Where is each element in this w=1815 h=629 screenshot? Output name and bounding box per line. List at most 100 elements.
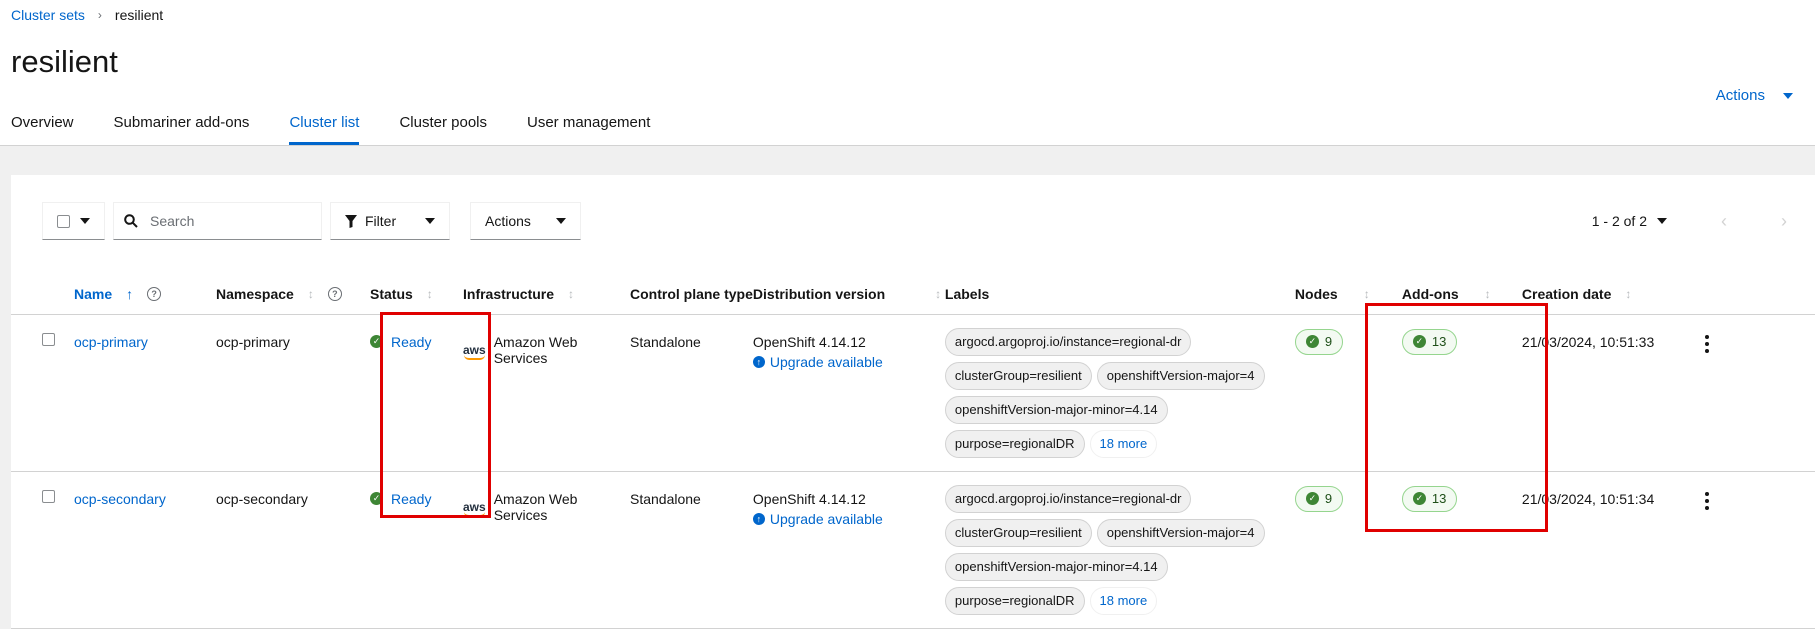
page-title: resilient: [11, 44, 118, 79]
search-input[interactable]: Search: [113, 202, 322, 240]
column-addons-label: Add-ons: [1401, 286, 1459, 303]
column-name[interactable]: Name ↑?: [74, 275, 216, 315]
upgrade-label: Upgrade available: [769, 353, 883, 370]
labels-more-button[interactable]: 18 more: [1089, 586, 1158, 615]
nodes-cell: ✓ 9: [1294, 471, 1402, 629]
pagination-per-page-dropdown[interactable]: 1 - 2 of 2: [1592, 213, 1667, 229]
control-plane-value: Standalone: [630, 333, 701, 350]
toolbar: Search Filter Actions: [42, 202, 581, 240]
control-plane-cell: Standalone: [630, 471, 753, 629]
upgrade-available-link[interactable]: ↑ Upgrade available: [752, 353, 945, 370]
label-chip: openshiftVersion-major-minor=4.14: [944, 552, 1168, 581]
sort-ascending-icon[interactable]: ↑: [126, 286, 133, 302]
caret-down-icon: [80, 218, 90, 224]
cluster-name-link[interactable]: ocp-primary: [74, 334, 148, 350]
column-creation-date-label: Creation date: [1521, 286, 1612, 303]
column-nodes-label: Nodes: [1294, 286, 1338, 303]
row-actions-cell: [1701, 314, 1815, 472]
addons-badge[interactable]: ✓ 13: [1401, 328, 1458, 355]
namespace-cell: ocp-primary: [216, 314, 370, 472]
page-header: Cluster sets › resilient resilient Actio…: [0, 0, 1815, 146]
tab-submariner-add-ons[interactable]: Submariner add-ons: [103, 113, 261, 145]
chevron-right-icon: ›: [97, 8, 102, 22]
upgrade-available-link[interactable]: ↑ Upgrade available: [752, 510, 945, 527]
aws-logo-icon: aws: [463, 499, 486, 517]
header-actions-dropdown[interactable]: Actions: [1716, 87, 1793, 104]
row-actions-cell: [1701, 471, 1815, 629]
status-label: Ready: [391, 490, 432, 507]
addons-badge[interactable]: ✓ 13: [1401, 485, 1458, 512]
status-label: Ready: [391, 333, 432, 350]
labels-cell: argocd.argoproj.io/instance=regional-dr …: [944, 314, 1295, 472]
aws-logo-icon: aws: [463, 342, 486, 360]
cluster-name-link[interactable]: ocp-secondary: [74, 491, 166, 507]
labels-more-button[interactable]: 18 more: [1089, 429, 1158, 458]
infrastructure-value: Amazon Web Services: [493, 490, 578, 523]
column-nodes[interactable]: Nodes ↕: [1294, 275, 1402, 315]
table-header-row: Name ↑? Namespace ↕? Status ↕ Infrastructur…: [11, 275, 1815, 315]
creation-date-value: 21/03/2024, 10:51:34: [1521, 490, 1655, 507]
status-ready[interactable]: ✓ Ready: [370, 334, 463, 350]
column-creation-date[interactable]: Creation date ↕: [1521, 275, 1702, 315]
column-status[interactable]: Status ↕: [370, 275, 463, 315]
sort-icon[interactable]: ↕: [308, 287, 314, 301]
creation-date-value: 21/03/2024, 10:51:33: [1521, 333, 1655, 350]
namespace-value: ocp-primary: [216, 333, 290, 350]
column-infrastructure[interactable]: Infrastructure ↕: [463, 275, 630, 315]
bulk-select-dropdown[interactable]: [42, 202, 105, 240]
label-chip: argocd.argoproj.io/instance=regional-dr: [944, 484, 1192, 513]
filter-label-group: Filter: [345, 213, 396, 229]
breadcrumb-cluster-sets[interactable]: Cluster sets: [11, 7, 85, 23]
upgrade-label: Upgrade available: [769, 510, 883, 527]
breadcrumb: Cluster sets › resilient: [11, 7, 163, 23]
control-plane-cell: Standalone: [630, 314, 753, 472]
arrow-circle-up-icon: ↑: [752, 512, 765, 525]
cluster-list-card: Search Filter Actions 1 - 2 of 2 ‹ › Nam…: [11, 175, 1815, 629]
control-plane-value: Standalone: [630, 490, 701, 507]
status-cell: ✓ Ready: [370, 314, 463, 472]
column-distribution[interactable]: Distribution version ↕: [752, 275, 945, 315]
sort-icon[interactable]: ↕: [1625, 287, 1631, 301]
kebab-menu-icon[interactable]: [1702, 491, 1712, 510]
row-checkbox[interactable]: [42, 489, 55, 503]
column-namespace-label: Namespace: [216, 286, 294, 303]
column-addons[interactable]: Add-ons ↕: [1401, 275, 1522, 315]
column-namespace[interactable]: Namespace ↕?: [216, 275, 370, 315]
help-icon[interactable]: ?: [147, 287, 162, 302]
distribution-value: OpenShift 4.14.12: [752, 490, 866, 507]
toolbar-actions-dropdown[interactable]: Actions: [470, 202, 581, 240]
tab-user-management[interactable]: User management: [516, 113, 661, 145]
column-name-label: Name: [74, 286, 113, 303]
tab-overview[interactable]: Overview: [0, 113, 85, 145]
column-labels-label: Labels: [944, 286, 990, 303]
check-circle-icon: ✓: [370, 492, 383, 505]
tab-cluster-list[interactable]: Cluster list: [278, 113, 370, 145]
status-ready[interactable]: ✓ Ready: [370, 491, 463, 507]
check-circle-icon: ✓: [1412, 335, 1426, 348]
breadcrumb-current: resilient: [114, 7, 164, 23]
labels-cell: argocd.argoproj.io/instance=regional-dr …: [944, 471, 1295, 629]
label-chip: clusterGroup=resilient: [944, 361, 1092, 390]
arrow-circle-up-icon: ↑: [752, 355, 765, 368]
nodes-badge[interactable]: ✓ 9: [1294, 328, 1344, 355]
tab-cluster-pools[interactable]: Cluster pools: [388, 113, 498, 145]
sort-icon[interactable]: ↕: [935, 287, 941, 301]
sort-icon[interactable]: ↕: [427, 287, 433, 301]
help-icon[interactable]: ?: [327, 287, 342, 302]
row-checkbox[interactable]: [42, 332, 55, 346]
name-cell: ocp-primary: [74, 314, 216, 472]
nodes-badge[interactable]: ✓ 9: [1294, 485, 1344, 512]
label-chip: openshiftVersion-major=4: [1096, 361, 1265, 390]
sort-icon[interactable]: ↕: [1485, 287, 1491, 301]
angle-right-icon[interactable]: ›: [1781, 211, 1787, 232]
bulk-select-checkbox[interactable]: [57, 214, 70, 228]
filter-dropdown[interactable]: Filter: [330, 202, 450, 240]
distribution-cell: OpenShift 4.14.12 ↑ Upgrade available: [752, 314, 945, 472]
angle-left-icon[interactable]: ‹: [1721, 211, 1727, 232]
kebab-menu-icon[interactable]: [1702, 334, 1712, 353]
sort-icon[interactable]: ↕: [568, 287, 574, 301]
sort-icon[interactable]: ↕: [1364, 287, 1370, 301]
infrastructure-cell: aws Amazon Web Services: [463, 471, 630, 629]
filter-icon: [345, 214, 357, 228]
label-chip: clusterGroup=resilient: [944, 518, 1092, 547]
